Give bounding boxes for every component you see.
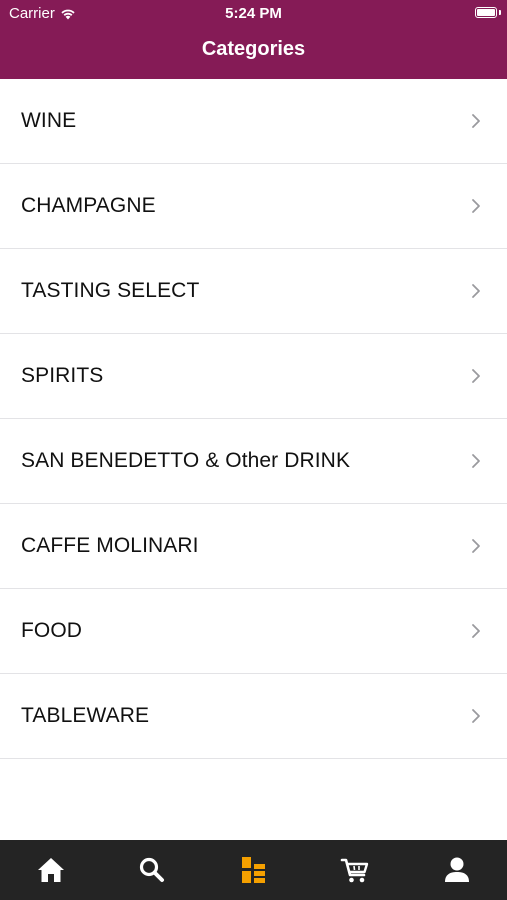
chevron-right-icon <box>472 709 480 723</box>
chevron-right-icon <box>472 539 480 553</box>
category-label: SAN BENEDETTO & Other DRINK <box>21 449 351 472</box>
category-label: CHAMPAGNE <box>21 194 156 217</box>
category-item-food[interactable]: FOOD <box>0 589 507 674</box>
category-label: TABLEWARE <box>21 704 150 727</box>
status-time: 5:24 PM <box>225 5 282 22</box>
profile-icon <box>444 857 469 882</box>
category-label: FOOD <box>21 619 83 642</box>
chevron-right-icon <box>472 624 480 638</box>
category-item-tableware[interactable]: TABLEWARE <box>0 674 507 759</box>
tab-home[interactable] <box>0 840 101 900</box>
chevron-right-icon <box>472 199 480 213</box>
battery-tip <box>499 10 501 15</box>
tab-categories[interactable] <box>203 840 304 900</box>
category-label: CAFFE MOLINARI <box>21 534 199 557</box>
categories-icon <box>241 857 265 883</box>
category-item-tasting-select[interactable]: TASTING SELECT <box>0 249 507 334</box>
chevron-right-icon <box>472 284 480 298</box>
tab-profile[interactable] <box>406 840 507 900</box>
tab-bar <box>0 840 507 900</box>
category-label: SPIRITS <box>21 364 104 387</box>
app-screen: Carrier 5:24 PM Categories WINE CHAMPAGN… <box>0 0 507 900</box>
battery-icon <box>475 7 497 18</box>
tab-search[interactable] <box>101 840 202 900</box>
chevron-right-icon <box>472 369 480 383</box>
page-title: Categories <box>201 38 306 60</box>
category-label: TASTING SELECT <box>21 279 200 302</box>
header: Carrier 5:24 PM Categories <box>0 0 507 79</box>
tab-cart[interactable] <box>304 840 405 900</box>
status-bar: Carrier 5:24 PM <box>0 0 507 28</box>
search-icon <box>139 857 164 882</box>
chevron-right-icon <box>472 454 480 468</box>
category-list: WINE CHAMPAGNE TASTING SELECT SPIRITS SA… <box>0 79 507 759</box>
category-item-san-benedetto[interactable]: SAN BENEDETTO & Other DRINK <box>0 419 507 504</box>
category-item-champagne[interactable]: CHAMPAGNE <box>0 164 507 249</box>
category-item-caffe-molinari[interactable]: CAFFE MOLINARI <box>0 504 507 589</box>
chevron-right-icon <box>472 114 480 128</box>
home-icon <box>37 858 64 882</box>
category-item-wine[interactable]: WINE <box>0 79 507 164</box>
category-label: WINE <box>21 109 77 132</box>
category-item-spirits[interactable]: SPIRITS <box>0 334 507 419</box>
cart-icon <box>340 858 368 883</box>
